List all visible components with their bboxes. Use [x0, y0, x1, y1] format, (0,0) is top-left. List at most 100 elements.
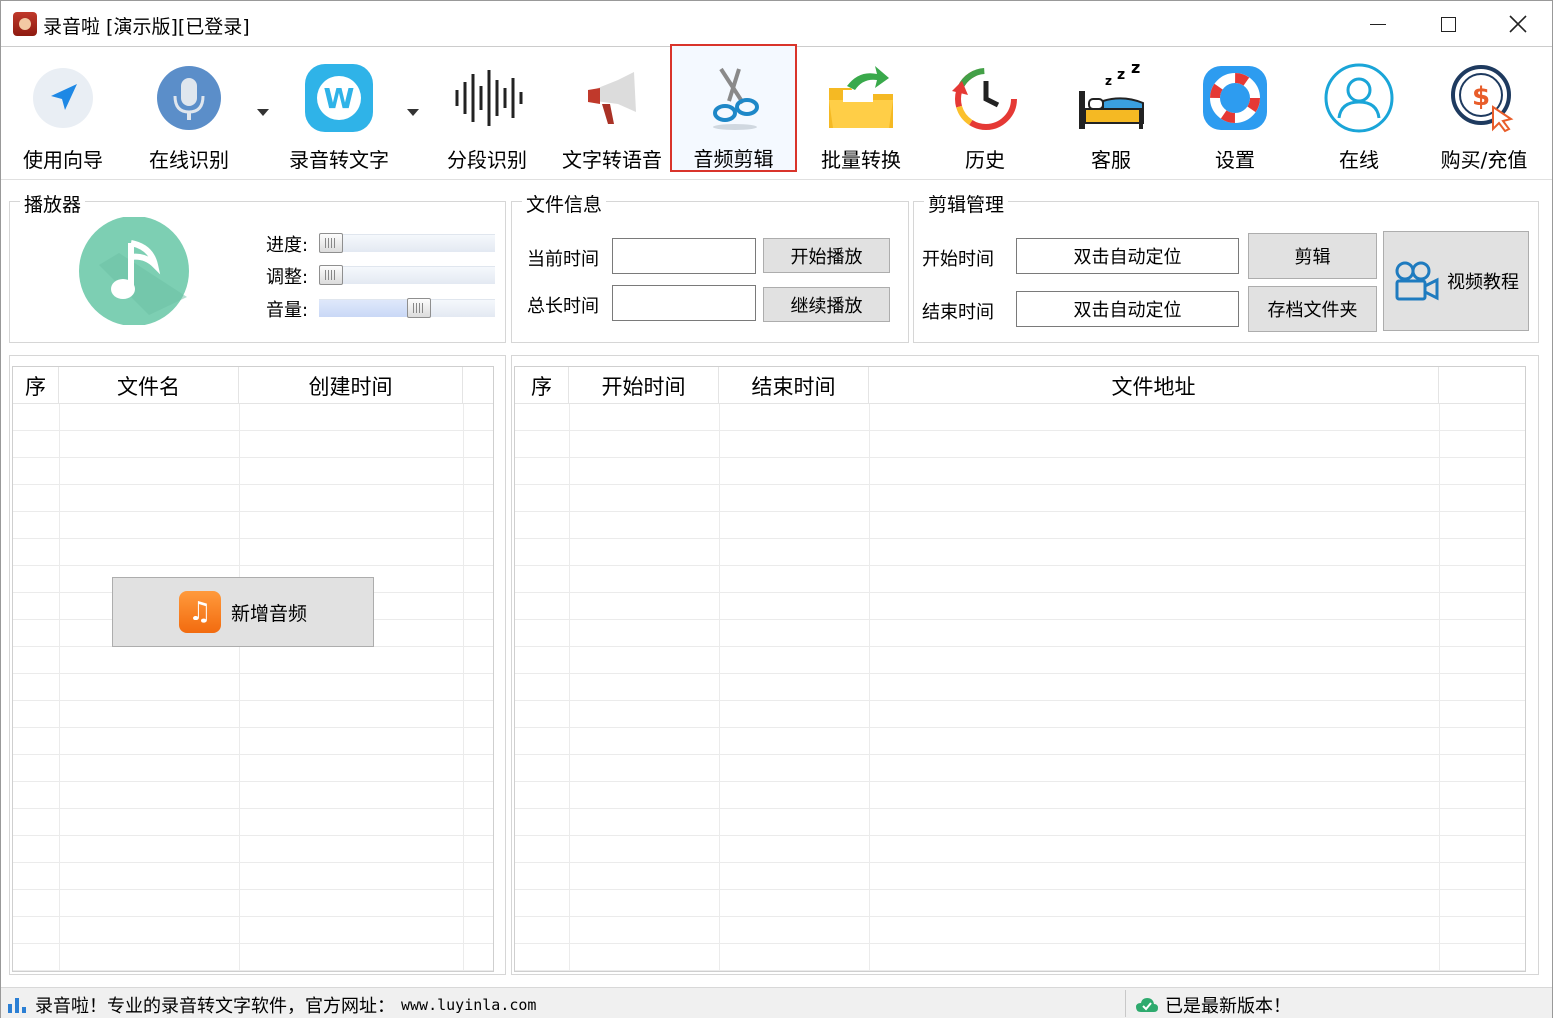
- total-time-field[interactable]: [612, 285, 756, 321]
- video-tutorial-label: 视频教程: [1447, 272, 1519, 293]
- toolbar-label: 购买/充值: [1440, 148, 1528, 172]
- archive-folder-button[interactable]: 存档文件夹: [1248, 286, 1377, 332]
- table-grid: [13, 404, 493, 971]
- navigation-arrow-icon: [33, 68, 93, 128]
- volume-slider[interactable]: [319, 298, 495, 318]
- app-window: 录音啦 [演示版][已登录] 使用向导 在线识别 W 录音转文字 分段识别 文字…: [0, 0, 1553, 1018]
- grid-divider: [719, 404, 720, 971]
- current-time-field[interactable]: [612, 238, 756, 274]
- toolbar-label: 客服: [1091, 148, 1131, 172]
- clip-button[interactable]: 剪辑: [1248, 233, 1377, 279]
- svg-text:z: z: [1131, 63, 1140, 77]
- dollar-coin-icon: $: [1451, 65, 1514, 133]
- toolbar-settings[interactable]: 设置: [1187, 48, 1283, 174]
- progress-slider-thumb[interactable]: [319, 233, 343, 253]
- toolbar-purchase[interactable]: $ 购买/充值: [1431, 48, 1537, 174]
- file-info-group-title: 文件信息: [522, 190, 607, 217]
- user-circle-icon: [1324, 63, 1394, 133]
- bar-chart-icon: [8, 998, 26, 1013]
- video-camera-icon: [1395, 261, 1439, 301]
- folder-arrow-icon: [829, 66, 893, 128]
- maximize-button[interactable]: [1413, 1, 1483, 47]
- start-play-button[interactable]: 开始播放: [763, 238, 890, 273]
- minimize-icon: [1370, 23, 1386, 25]
- clip-table-header: 序 开始时间 结束时间 文件地址: [515, 367, 1525, 404]
- toolbar-text-to-speech[interactable]: 文字转语音: [557, 48, 667, 174]
- total-time-label: 总长时间: [527, 296, 599, 317]
- column-header-filename[interactable]: 文件名: [59, 367, 239, 404]
- toolbar-batch-convert[interactable]: 批量转换: [813, 48, 909, 174]
- end-time-label: 结束时间: [922, 302, 994, 323]
- status-message: 录音啦！专业的录音转文字软件，官方网址：: [35, 996, 395, 1017]
- svg-text:$: $: [1472, 82, 1490, 112]
- grid-divider: [239, 404, 240, 971]
- music-note-icon: [79, 217, 189, 325]
- column-header-index[interactable]: 序: [13, 367, 59, 404]
- adjust-slider-thumb[interactable]: [319, 265, 343, 285]
- close-icon: [1509, 15, 1527, 33]
- close-button[interactable]: [1483, 1, 1553, 47]
- progress-slider[interactable]: [319, 233, 495, 253]
- end-time-field[interactable]: 双击自动定位: [1016, 291, 1239, 327]
- sleeping-bed-icon: z z z: [1079, 63, 1144, 129]
- toolbar-segment-recognition[interactable]: 分段识别: [439, 48, 535, 174]
- toolbar-label: 批量转换: [821, 148, 901, 172]
- toolbar-label: 在线识别: [149, 148, 229, 172]
- chevron-down-icon[interactable]: [407, 109, 419, 116]
- app-logo-icon: [13, 12, 37, 36]
- clip-table[interactable]: 序 开始时间 结束时间 文件地址: [514, 366, 1526, 972]
- toolbar-label: 在线: [1339, 148, 1379, 172]
- grid-divider: [569, 404, 570, 971]
- video-tutorial-button[interactable]: 视频教程: [1383, 231, 1529, 331]
- grid-divider: [869, 404, 870, 971]
- microphone-icon: [157, 66, 221, 130]
- volume-fill: [319, 300, 419, 317]
- current-time-label: 当前时间: [527, 249, 599, 270]
- start-time-label: 开始时间: [922, 249, 994, 270]
- grid-divider: [59, 404, 60, 971]
- music-note-icon: ♫: [178, 591, 221, 633]
- table-grid: [515, 404, 1525, 971]
- file-table[interactable]: 序 文件名 创建时间: [12, 366, 494, 972]
- clip-manage-group-title: 剪辑管理: [924, 190, 1009, 217]
- volume-label: 音量:: [266, 300, 309, 321]
- start-time-field[interactable]: 双击自动定位: [1016, 238, 1239, 274]
- toolbar-guide[interactable]: 使用向导: [15, 48, 111, 174]
- toolbar-online[interactable]: 在线: [1311, 48, 1407, 174]
- chevron-down-icon[interactable]: [257, 109, 269, 116]
- window-title: 录音啦 [演示版][已登录]: [43, 16, 250, 38]
- volume-slider-thumb[interactable]: [407, 298, 431, 318]
- toolbar-audio-to-text[interactable]: W 录音转文字: [281, 48, 397, 174]
- toolbar-online-recognition[interactable]: 在线识别: [141, 48, 237, 174]
- adjust-label: 调整:: [266, 267, 309, 288]
- title-bar: 录音啦 [演示版][已登录]: [1, 1, 1552, 47]
- toolbar-label: 分段识别: [447, 148, 527, 172]
- progress-label: 进度:: [266, 235, 309, 256]
- toolbar-label: 使用向导: [23, 148, 103, 172]
- status-url[interactable]: www.luyinla.com: [401, 996, 536, 1014]
- adjust-slider[interactable]: [319, 265, 495, 285]
- resume-play-button[interactable]: 继续播放: [763, 287, 890, 322]
- add-audio-label: 新增音频: [230, 602, 307, 625]
- column-header-file-path[interactable]: 文件地址: [869, 367, 1439, 404]
- toolbar-audio-clip[interactable]: 音频剪辑: [670, 44, 797, 172]
- waveform-icon: [455, 70, 523, 126]
- file-table-header: 序 文件名 创建时间: [13, 367, 493, 404]
- status-left: 录音啦！专业的录音转文字软件，官方网址： www.luyinla.com: [7, 992, 536, 1018]
- lifebuoy-icon: [1203, 66, 1267, 130]
- w-logo-icon: W: [305, 64, 373, 132]
- history-clock-icon: [952, 68, 1017, 130]
- toolbar-customer-service[interactable]: z z z 客服: [1063, 48, 1159, 174]
- column-header-index[interactable]: 序: [515, 367, 569, 404]
- toolbar-label: 录音转文字: [289, 148, 389, 172]
- minimize-button[interactable]: [1343, 1, 1413, 47]
- grid-divider: [1439, 404, 1440, 971]
- column-header-end-time[interactable]: 结束时间: [719, 367, 869, 404]
- column-header-created[interactable]: 创建时间: [239, 367, 463, 404]
- column-header-start-time[interactable]: 开始时间: [569, 367, 719, 404]
- version-status: 已是最新版本！: [1165, 996, 1291, 1017]
- toolbar-history[interactable]: 历史: [937, 48, 1033, 174]
- megaphone-icon: [588, 72, 636, 124]
- add-audio-button[interactable]: ♫ 新增音频: [112, 577, 374, 647]
- grid-divider: [463, 404, 464, 971]
